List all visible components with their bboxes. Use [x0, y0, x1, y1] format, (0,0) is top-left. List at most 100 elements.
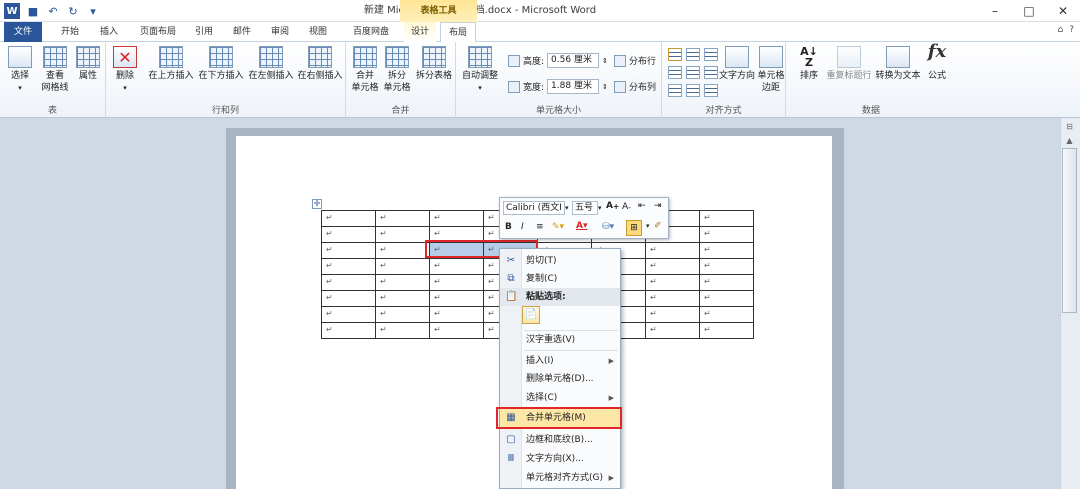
delete-button[interactable]: 删除▾ — [110, 46, 140, 94]
table-cell[interactable]: ↵ — [375, 322, 430, 339]
align-bottom-left-icon[interactable] — [668, 84, 682, 97]
ruler-toggle-icon[interactable]: ⊟ — [1062, 122, 1077, 134]
table-cell[interactable]: ↵ — [429, 290, 484, 307]
view-gridlines-button[interactable]: 查看 网格线 — [38, 46, 72, 94]
align-top-center-icon[interactable] — [686, 48, 700, 61]
table-cell[interactable]: ↵ — [429, 274, 484, 291]
shrink-font-icon[interactable]: A- — [622, 202, 631, 212]
align-top-right-icon[interactable] — [704, 48, 718, 61]
grow-font-icon[interactable]: A + — [606, 201, 619, 211]
table-cell[interactable]: ↵ — [645, 242, 700, 259]
repeat-header-button[interactable]: 重复标题行 — [824, 46, 874, 82]
align-top-left-icon[interactable] — [668, 48, 682, 61]
maximize-button[interactable]: □ — [1012, 0, 1046, 22]
table-cell[interactable]: ↵ — [321, 306, 376, 323]
convert-to-text-button[interactable]: 转换为文本 — [874, 46, 922, 82]
table-cell[interactable]: ↵ — [645, 258, 700, 275]
table-cell[interactable]: ↵ — [699, 226, 754, 243]
table-cell[interactable]: ↵ — [375, 290, 430, 307]
font-color-icon[interactable]: A▾ — [576, 221, 587, 231]
table-cell[interactable]: ↵ — [429, 306, 484, 323]
table-cell[interactable]: ↵ — [699, 210, 754, 227]
table-cell[interactable]: ↵ — [375, 242, 430, 259]
table-cell[interactable]: ↵ — [375, 226, 430, 243]
table-cell[interactable]: ↵ — [699, 242, 754, 259]
table-cell[interactable]: ↵ — [699, 274, 754, 291]
menu-item-cut[interactable]: ✂ 剪切(T) — [500, 252, 620, 270]
insert-right-button[interactable]: 在右侧插入 — [295, 46, 345, 82]
table-cell[interactable]: ↵ — [375, 210, 430, 227]
align-bottom-center-icon[interactable] — [686, 84, 700, 97]
word-logo-icon[interactable]: W — [4, 3, 20, 19]
borders-dropdown-icon[interactable]: ▾ — [646, 222, 650, 230]
autofit-button[interactable]: 自动调整 ▾ — [458, 46, 502, 94]
table-cell[interactable]: ↵ — [321, 258, 376, 275]
table-cell[interactable]: ↵ — [429, 322, 484, 339]
tab-insert[interactable]: 插入 — [92, 22, 126, 42]
height-input[interactable]: 0.56 厘米 — [547, 53, 600, 68]
table-cell[interactable]: ↵ — [645, 290, 700, 307]
distribute-columns-button[interactable]: 分布列 — [614, 80, 656, 93]
width-spinner-icon[interactable]: ⇕ — [602, 83, 608, 91]
menu-item-delete-cells[interactable]: 删除单元格(D)... — [500, 370, 620, 388]
help-icon[interactable]: ? — [1069, 25, 1074, 35]
menu-item-text-direction[interactable]: Ⅲ 文字方向(X)... — [500, 450, 620, 468]
minimize-button[interactable]: – — [978, 0, 1012, 22]
height-spinner-icon[interactable]: ⇕ — [602, 57, 608, 65]
tab-review[interactable]: 审阅 — [264, 22, 296, 42]
table-cell[interactable]: ↵ — [375, 274, 430, 291]
text-direction-button[interactable]: 文字方向 — [718, 46, 756, 82]
scroll-up-icon[interactable]: ▲ — [1062, 136, 1077, 148]
italic-button[interactable]: I — [521, 222, 524, 232]
menu-item-copy[interactable]: ⧉ 复制(C) — [500, 270, 620, 288]
menu-item-hanzi-reselect[interactable]: 汉字重选(V) — [500, 331, 620, 349]
align-middle-right-icon[interactable] — [704, 66, 718, 79]
tab-page-layout[interactable]: 页面布局 — [132, 22, 184, 42]
sort-button[interactable]: A↓ Z 排序 — [796, 46, 822, 82]
paste-keep-formatting-icon[interactable]: 📄 — [522, 306, 540, 324]
tab-design[interactable]: 设计 — [404, 22, 436, 42]
tab-baidu-netdisk[interactable]: 百度网盘 — [344, 22, 398, 42]
tab-view[interactable]: 视图 — [302, 22, 334, 42]
properties-button[interactable]: 属性 — [74, 46, 102, 82]
menu-item-insert[interactable]: 插入(I) ▶ — [500, 352, 620, 370]
decrease-indent-icon[interactable]: ⇤ — [638, 201, 646, 211]
table-cell[interactable]: ↵ — [321, 274, 376, 291]
scrollbar-thumb[interactable] — [1062, 148, 1077, 313]
split-table-button[interactable]: 拆分表格 — [414, 46, 454, 82]
table-cell[interactable]: ↵ — [699, 322, 754, 339]
align-middle-center-icon[interactable] — [686, 66, 700, 79]
select-button[interactable]: 选择 ▾ — [6, 46, 34, 94]
split-cells-button[interactable]: 拆分 单元格 — [382, 46, 412, 94]
tab-mailings[interactable]: 邮件 — [226, 22, 258, 42]
formula-button[interactable]: fx 公式 — [924, 43, 950, 82]
font-name-box[interactable]: Calibri (西文Ⅰ ▾ — [503, 201, 569, 215]
table-cell[interactable]: ↵ — [375, 306, 430, 323]
menu-item-cell-alignment[interactable]: 单元格对齐方式(G) ▶ — [500, 469, 620, 487]
width-input[interactable]: 1.88 厘米 — [547, 79, 600, 94]
insert-left-button[interactable]: 在左侧插入 — [246, 46, 296, 82]
highlight-icon[interactable]: ✎▾ — [552, 222, 564, 232]
align-middle-left-icon[interactable] — [668, 66, 682, 79]
bold-button[interactable]: B — [505, 222, 512, 232]
tab-references[interactable]: 引用 — [188, 22, 220, 42]
tab-file[interactable]: 文件 — [4, 22, 42, 42]
insert-above-button[interactable]: 在上方插入 — [146, 46, 196, 82]
table-cell[interactable]: ↵ — [321, 322, 376, 339]
table-cell[interactable]: ↵ — [321, 210, 376, 227]
table-cell[interactable]: ↵ — [429, 258, 484, 275]
distribute-rows-button[interactable]: 分布行 — [614, 54, 656, 67]
collapse-ribbon-icon[interactable]: ⌂ — [1058, 25, 1064, 35]
borders-icon[interactable]: ⊞ — [626, 220, 642, 236]
table-cell[interactable]: ↵ — [429, 210, 484, 227]
table-cell[interactable]: ↵ — [645, 322, 700, 339]
insert-below-button[interactable]: 在下方插入 — [196, 46, 246, 82]
font-size-box[interactable]: 五号 ▾ — [572, 201, 602, 215]
table-cell[interactable]: ↵ — [321, 242, 376, 259]
table-cell[interactable]: ↵ — [321, 226, 376, 243]
tab-layout[interactable]: 布局 — [440, 22, 476, 43]
table-cell[interactable]: ↵ — [375, 258, 430, 275]
close-button[interactable]: ✕ — [1046, 0, 1080, 22]
menu-item-select[interactable]: 选择(C) ▶ — [500, 389, 620, 407]
increase-indent-icon[interactable]: ⇥ — [654, 201, 662, 211]
